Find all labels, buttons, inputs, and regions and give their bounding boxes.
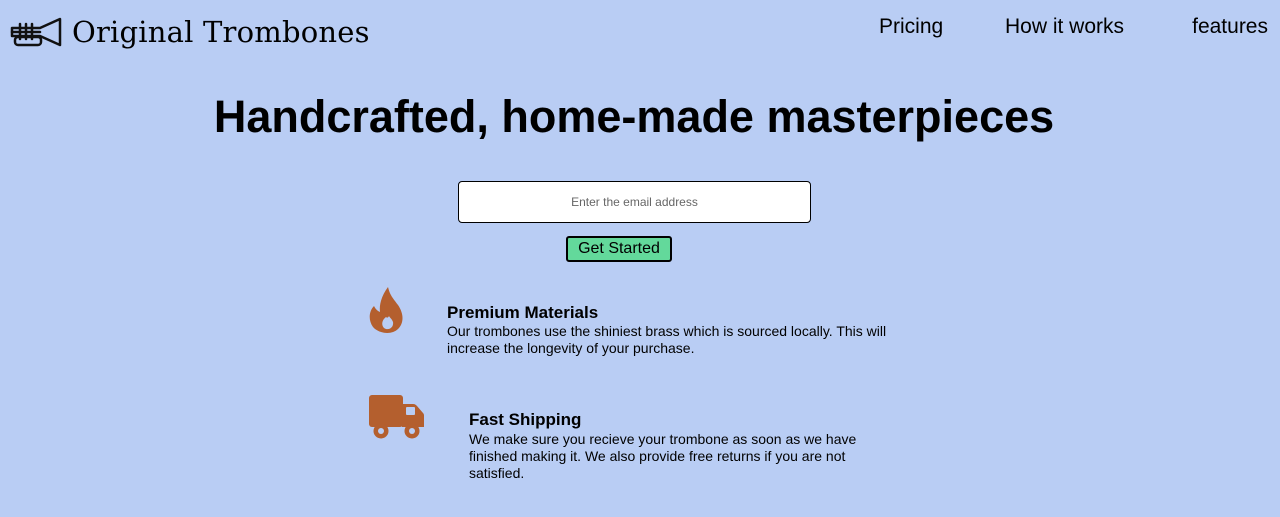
fire-icon: [369, 287, 403, 333]
email-input[interactable]: [458, 181, 811, 223]
nav-link-how-it-works[interactable]: How it works: [1005, 15, 1124, 39]
brand-name: Original Trombones: [72, 15, 370, 49]
nav-link-features[interactable]: features: [1192, 15, 1268, 39]
feature-description: We make sure you recieve your trombone a…: [469, 431, 857, 481]
main-nav: Pricing How it works features: [860, 15, 1280, 43]
feature-title: Fast Shipping: [469, 410, 582, 429]
trumpet-icon: [10, 17, 62, 47]
feature-title: Premium Materials: [447, 303, 599, 322]
email-field-wrapper: [458, 181, 811, 223]
get-started-button[interactable]: Get Started: [566, 236, 672, 262]
feature-description: Our trombones use the shiniest brass whi…: [447, 323, 887, 356]
brand-logo[interactable]: Original Trombones: [10, 12, 370, 52]
nav-link-pricing[interactable]: Pricing: [879, 15, 943, 39]
hero-title: Handcrafted, home-made masterpieces: [213, 91, 1055, 142]
truck-icon: [369, 395, 424, 439]
